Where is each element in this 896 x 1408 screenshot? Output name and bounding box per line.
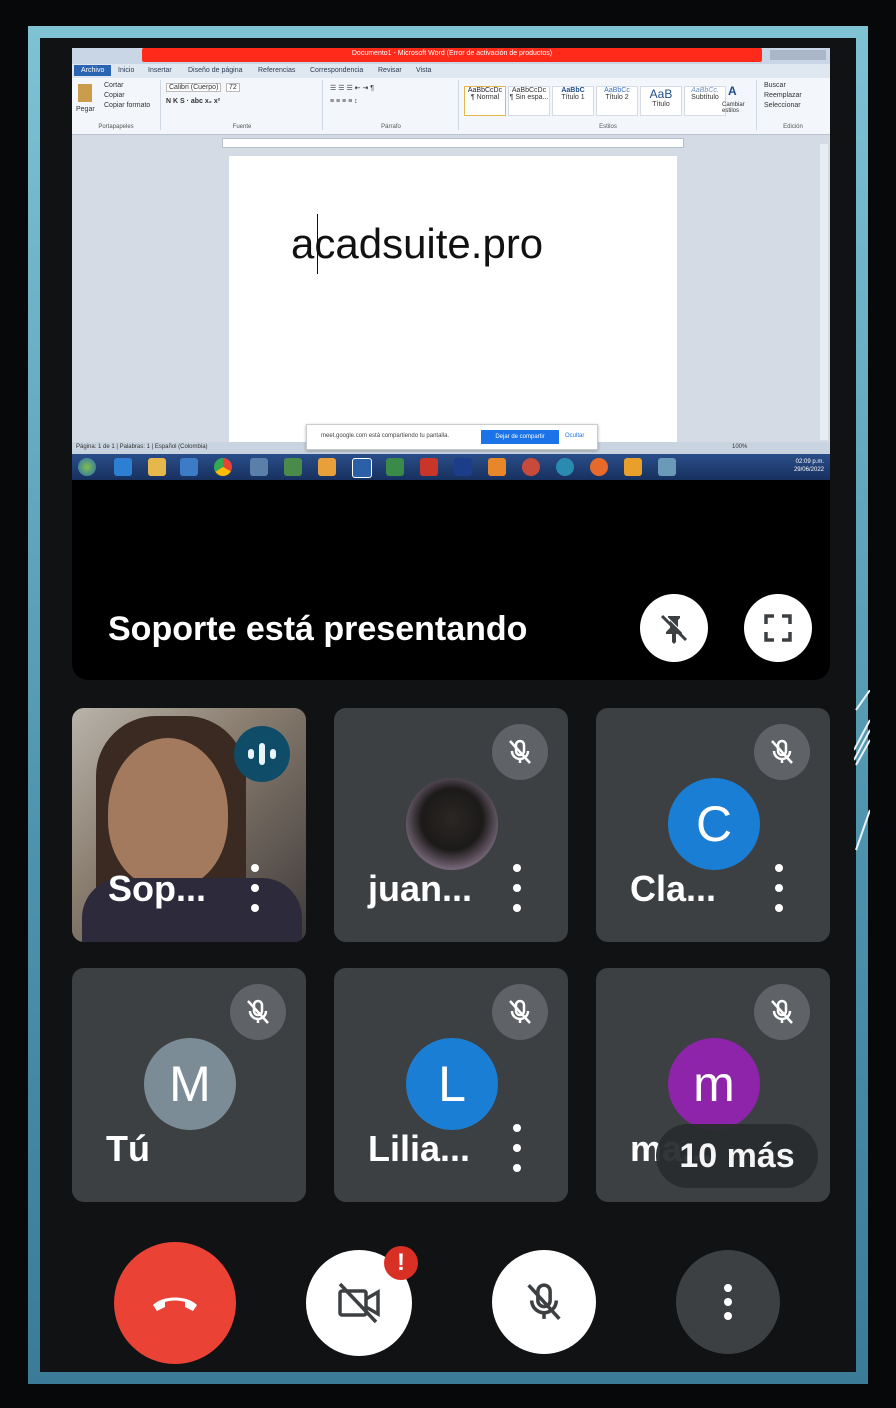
paragraph-group: ☰ ☰ ☰ ⇤ ⇥ ¶ ≡ ≡ ≡ ≡ ↕ Párrafo	[324, 80, 459, 130]
app-icon	[318, 458, 336, 476]
app-icon	[284, 458, 302, 476]
mic-off-icon	[492, 724, 548, 780]
paste-icon	[78, 84, 92, 102]
filezilla-icon	[420, 458, 438, 476]
tab-insertar: Insertar	[148, 67, 172, 74]
participant-name: Lilia...	[368, 1128, 471, 1169]
windows-taskbar: 02:09 p.m. 29/06/2022	[72, 454, 830, 480]
media-icon	[180, 458, 198, 476]
chrome-icon	[214, 458, 232, 476]
app-icon	[250, 458, 268, 476]
styles-group: AaBbCcDc ¶ Normal AaBbCcDc ¶ Sin espa... A…	[460, 80, 757, 130]
camera-off-icon	[338, 1282, 380, 1324]
mic-off-icon	[527, 1283, 561, 1321]
tab-referencias: Referencias	[258, 67, 296, 74]
hang-up-icon	[153, 1297, 197, 1311]
photoshop-icon	[454, 458, 472, 476]
ie-icon	[114, 458, 132, 476]
ruler	[222, 138, 684, 148]
participant-tile[interactable]: Sop...	[72, 708, 306, 942]
participant-name: Cla...	[630, 868, 717, 909]
camera-toggle-button[interactable]: !	[306, 1246, 418, 1356]
avatar: L	[406, 1038, 498, 1130]
window-controls	[770, 50, 826, 60]
camera-alert-badge: !	[384, 1246, 418, 1280]
participant-tile[interactable]: juan...	[334, 708, 568, 942]
mic-off-icon	[230, 984, 286, 1040]
change-styles-icon: A	[728, 84, 737, 98]
participant-name: juan...	[368, 868, 473, 909]
more-options-icon[interactable]	[240, 864, 270, 912]
mic-off-icon	[754, 724, 810, 780]
app-icon	[556, 458, 574, 476]
tab-correspondencia: Correspondencia	[310, 67, 364, 74]
firefox-icon	[590, 458, 608, 476]
more-options-icon[interactable]	[764, 864, 794, 912]
shared-screen-word: Documento1 - Microsoft Word (Error de ac…	[72, 48, 830, 480]
app-icon	[658, 458, 676, 476]
clipboard-group: Pegar Cortar Copiar Copiar formato Porta…	[72, 80, 161, 130]
system-clock: 02:09 p.m. 29/06/2022	[793, 459, 824, 473]
tab-archivo: Archivo	[74, 65, 112, 76]
more-vert-icon	[724, 1284, 732, 1320]
presentation-area[interactable]: Documento1 - Microsoft Word (Error de ac…	[72, 48, 830, 680]
end-call-button[interactable]	[114, 1242, 236, 1364]
word-titlebar: Documento1 - Microsoft Word (Error de ac…	[72, 48, 830, 64]
participant-tile[interactable]: C Cla...	[596, 708, 830, 942]
tab-diseno: Diseño de página	[188, 67, 243, 74]
app-icon	[522, 458, 540, 476]
participant-name: Tú	[106, 1128, 150, 1169]
mic-off-icon	[492, 984, 548, 1040]
tab-vista: Vista	[416, 67, 432, 74]
participant-name: Sop...	[108, 868, 206, 909]
text-caret	[317, 214, 318, 274]
tab-inicio: Inicio	[118, 67, 135, 74]
screen-share-banner: meet.google.com está compartiendo tu pan…	[306, 424, 598, 450]
more-options-icon[interactable]	[502, 864, 532, 912]
unpin-icon	[660, 613, 689, 644]
hide-banner-link: Ocultar	[565, 433, 585, 439]
unpin-button[interactable]	[640, 594, 708, 662]
document-text: acadsuite.pro	[291, 220, 544, 267]
avatar: M	[144, 1038, 236, 1130]
editing-group: Buscar Reemplazar Seleccionar Edición	[764, 82, 803, 130]
word-ribbon: Pegar Cortar Copiar Copiar formato Porta…	[72, 78, 830, 135]
word-icon	[352, 458, 372, 478]
avatar: m	[668, 1038, 760, 1130]
more-participants-button[interactable]: 10 más	[656, 1124, 818, 1188]
word-ribbon-tabs: Archivo Inicio Insertar Diseño de página…	[72, 64, 830, 78]
participant-tile[interactable]: L Lilia...	[334, 968, 568, 1202]
vertical-scrollbar	[820, 144, 828, 440]
decorative-stripes	[854, 690, 870, 851]
avatar: C	[668, 778, 760, 870]
more-options-button[interactable]	[676, 1250, 780, 1354]
fullscreen-button[interactable]	[744, 594, 812, 662]
mic-off-icon	[754, 984, 810, 1040]
speaking-indicator-icon	[234, 726, 290, 782]
start-orb-icon	[78, 458, 96, 476]
more-options-icon[interactable]	[502, 1124, 532, 1172]
font-group: Calibri (Cuerpo) 72 N K S · abc x₂ x² Fu…	[162, 80, 323, 130]
presenting-label: Soporte está presentando	[108, 610, 528, 648]
fullscreen-icon	[764, 614, 792, 642]
participant-avatar-photo	[406, 778, 498, 870]
word-title: Documento1 - Microsoft Word (Error de ac…	[351, 50, 553, 57]
participant-tile-self[interactable]: M Tú	[72, 968, 306, 1202]
app-icon	[624, 458, 642, 476]
mic-toggle-button[interactable]	[492, 1250, 596, 1354]
sublime-icon	[488, 458, 506, 476]
excel-icon	[386, 458, 404, 476]
stop-sharing-button: Dejar de compartir	[481, 430, 559, 444]
tab-revisar: Revisar	[378, 67, 402, 74]
folder-icon	[148, 458, 166, 476]
